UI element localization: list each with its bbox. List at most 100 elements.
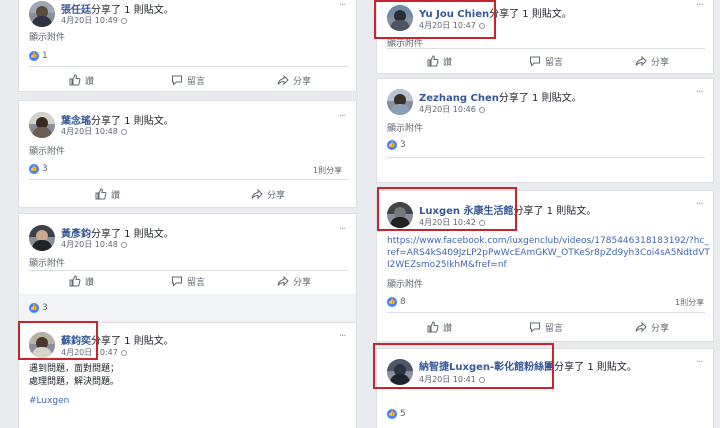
speech-bubble-icon (530, 322, 540, 333)
like-summary-bar: 👍 3 (19, 294, 356, 321)
timestamp[interactable]: 4月20日 10:46 (419, 105, 476, 114)
thumb-up-icon (427, 55, 439, 67)
share-arrow-icon (277, 275, 289, 287)
more-options-icon[interactable]: ··· (339, 331, 346, 342)
post-card: 葉念瑤分享了 1 則貼文。 4月20日 10:48 ··· 顯示附件 👍 3 1… (18, 100, 357, 208)
share-count[interactable]: 1則分享 (675, 297, 704, 308)
like-count[interactable]: 5 (400, 409, 406, 419)
avatar[interactable] (29, 225, 55, 251)
share-button[interactable]: 分享 (635, 55, 669, 68)
more-options-icon[interactable]: ··· (339, 111, 346, 122)
post-body-line: 處理問題，解決問題。 (29, 377, 120, 387)
avatar[interactable] (387, 89, 413, 115)
highlight-box (18, 321, 98, 360)
comment-label: 留言 (545, 58, 564, 68)
shared-post-text: 分享了 1 則貼文。 (513, 206, 597, 217)
show-attachments-link[interactable]: 顯示附件 (387, 121, 423, 134)
like-button[interactable]: 讚 (95, 188, 120, 201)
share-label: 分享 (651, 324, 670, 334)
more-options-icon[interactable]: ··· (696, 87, 703, 98)
post-time[interactable]: 4月20日 10:48 (61, 126, 127, 137)
post-card: 黃彥鈞分享了 1 則貼文。 4月20日 10:48 ··· 顯示附件 讚 留言 … (18, 213, 357, 321)
globe-icon (478, 107, 485, 113)
like-count-icon: 👍 (29, 164, 39, 174)
highlight-box (373, 343, 554, 389)
speech-bubble-icon (530, 56, 540, 67)
share-label: 分享 (651, 58, 670, 68)
like-label: 讚 (85, 77, 95, 87)
like-count[interactable]: 3 (42, 303, 48, 313)
share-arrow-icon (251, 188, 263, 200)
comment-button[interactable]: 留言 (171, 74, 205, 87)
like-count[interactable]: 1 (42, 51, 48, 61)
post-time[interactable]: 4月20日 10:46 (419, 104, 485, 115)
share-label: 分享 (267, 191, 286, 201)
thumb-up-icon (69, 275, 81, 287)
like-label: 讚 (443, 58, 453, 68)
highlight-box (377, 187, 517, 231)
like-count-icon: 👍 (29, 303, 39, 313)
share-label: 分享 (293, 77, 312, 87)
share-button[interactable]: 分享 (277, 74, 311, 87)
shared-post-text: 分享了 1 則貼文。 (91, 336, 174, 347)
share-button[interactable]: 分享 (251, 188, 285, 201)
divider (387, 312, 705, 313)
globe-icon (120, 18, 127, 24)
post-body-line: 遇到問題，面對問題； (29, 364, 120, 374)
comment-button[interactable]: 留言 (529, 55, 563, 68)
comment-label: 留言 (187, 77, 206, 87)
like-label: 讚 (111, 191, 121, 201)
post-time[interactable]: 4月20日 10:49 (61, 15, 127, 26)
avatar[interactable] (29, 1, 55, 27)
comment-button[interactable]: 留言 (171, 275, 205, 288)
thumb-up-icon (427, 321, 439, 333)
share-arrow-icon (277, 74, 289, 86)
show-attachments-link[interactable]: 顯示附件 (387, 277, 423, 290)
divider (29, 179, 348, 180)
share-button[interactable]: 分享 (277, 275, 311, 288)
show-attachments-link[interactable]: 顯示附件 (29, 256, 65, 269)
author-name[interactable]: Zezhang Chen (419, 93, 499, 104)
speech-bubble-icon (172, 276, 182, 287)
comment-button[interactable]: 留言 (529, 321, 563, 334)
post-header: 黃彥鈞分享了 1 則貼文。 (61, 225, 174, 240)
like-button[interactable]: 讚 (427, 321, 452, 334)
post-header: Zezhang Chen分享了 1 則貼文。 (419, 89, 582, 104)
show-attachments-link[interactable]: 顯示附件 (29, 30, 65, 43)
like-count[interactable]: 3 (42, 164, 48, 174)
post-time[interactable]: 4月20日 10:48 (61, 239, 127, 250)
show-attachments-link[interactable]: 顯示附件 (29, 144, 65, 157)
timestamp[interactable]: 4月20日 10:48 (61, 240, 118, 249)
like-count-icon: 👍 (387, 297, 397, 307)
share-label: 分享 (293, 278, 312, 288)
hashtag-link[interactable]: #Luxgen (29, 395, 69, 407)
more-options-icon[interactable]: ··· (339, 0, 346, 11)
avatar[interactable] (29, 112, 55, 138)
timestamp[interactable]: 4月20日 10:49 (61, 16, 118, 25)
thumb-up-icon (95, 188, 107, 200)
like-button[interactable]: 讚 (69, 74, 94, 87)
shared-post-text: 分享了 1 則貼文。 (489, 9, 572, 20)
more-options-icon[interactable]: ··· (696, 199, 703, 210)
like-button[interactable]: 讚 (427, 55, 452, 68)
like-label: 讚 (443, 324, 453, 334)
shared-url-link[interactable]: https://www.facebook.com/luxgenclub/vide… (387, 235, 711, 271)
speech-bubble-icon (172, 75, 182, 86)
post-card: 張任廷分享了 1 則貼文。 4月20日 10:49 ··· 顯示附件 👍 1 讚… (18, 0, 357, 92)
divider (387, 48, 705, 49)
share-arrow-icon (635, 55, 647, 67)
like-count[interactable]: 3 (400, 140, 406, 150)
like-count[interactable]: 8 (400, 297, 406, 307)
post-card: Zezhang Chen分享了 1 則貼文。 4月20日 10:46 ··· 顯… (376, 78, 714, 183)
timestamp[interactable]: 4月20日 10:48 (61, 127, 118, 136)
more-options-icon[interactable]: ··· (696, 357, 703, 368)
divider (387, 157, 705, 158)
share-button[interactable]: 分享 (635, 321, 669, 334)
like-button[interactable]: 讚 (69, 275, 94, 288)
more-options-icon[interactable]: ··· (339, 224, 346, 235)
globe-icon (120, 242, 127, 248)
shared-post-text: 分享了 1 則貼文。 (498, 93, 582, 104)
globe-icon (120, 350, 127, 356)
more-options-icon[interactable]: ··· (696, 0, 703, 11)
share-count[interactable]: 1則分享 (313, 165, 342, 176)
